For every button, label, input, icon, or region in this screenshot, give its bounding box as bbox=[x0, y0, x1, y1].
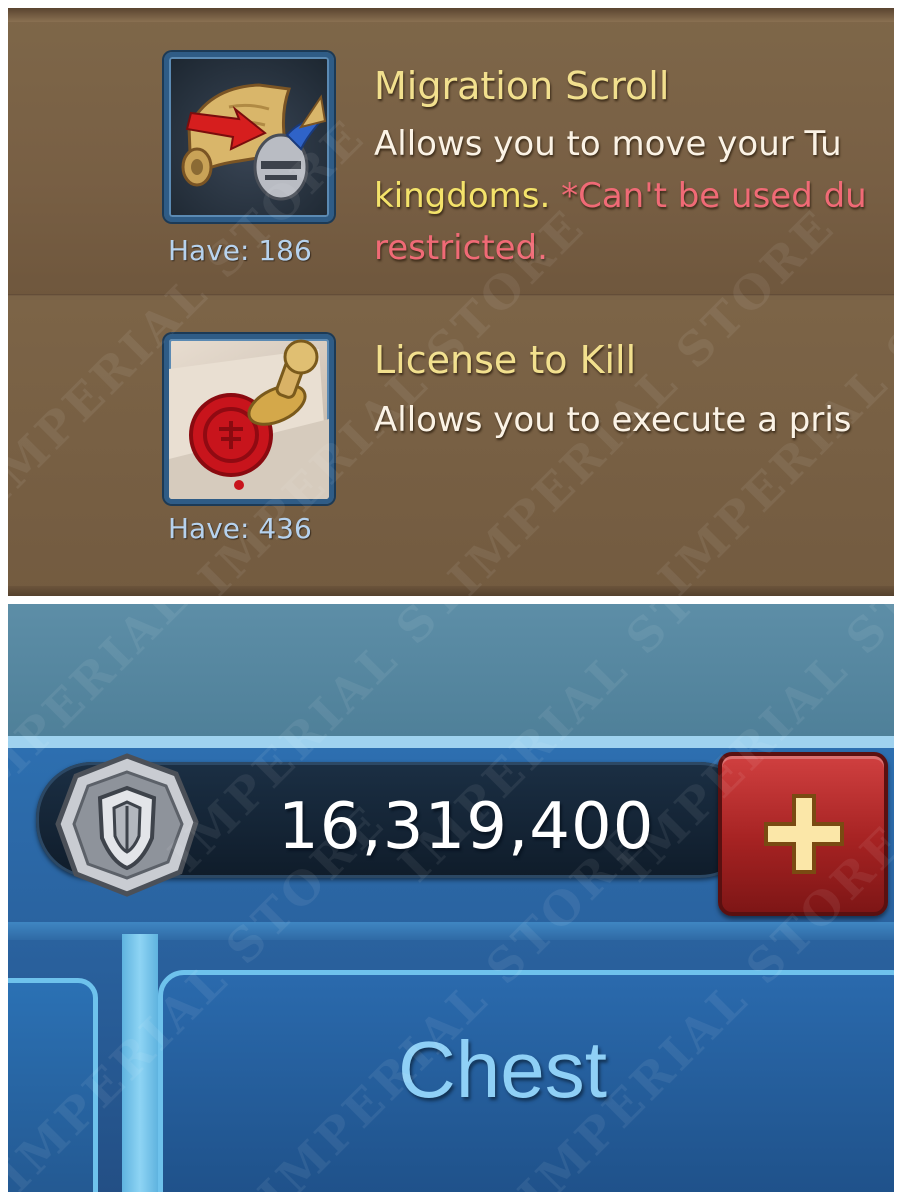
description-line: Allows you to move your Tu bbox=[374, 124, 842, 164]
panel-ridge bbox=[8, 8, 894, 22]
item-description: Allows you to move your Tu kingdoms. *Ca… bbox=[374, 118, 894, 274]
panel-header-area bbox=[8, 604, 894, 736]
currency-amount: 16,319,400 bbox=[278, 790, 655, 864]
migration-scroll-icon[interactable] bbox=[164, 52, 334, 222]
currency-panel: 16,319,400 Chest IMPERIAL STORE IMPERIAL… bbox=[8, 604, 894, 1192]
item-title: Migration Scroll bbox=[374, 64, 670, 108]
description-warning: *Can't be used du bbox=[550, 176, 867, 216]
panel-ridge bbox=[8, 586, 894, 596]
wax-seal-stamp-icon[interactable] bbox=[164, 334, 334, 504]
description-line: Allows you to execute a pris bbox=[374, 400, 852, 440]
description-line: kingdoms. *Can't be used du bbox=[374, 170, 894, 222]
item-quantity: Have: 186 bbox=[168, 234, 312, 267]
plus-icon bbox=[764, 794, 844, 874]
description-highlight: kingdoms. bbox=[374, 176, 551, 216]
item-quantity: Have: 436 bbox=[168, 512, 312, 545]
item-row-license-to-kill[interactable]: Have: 436 License to Kill Allows you to … bbox=[8, 300, 894, 596]
item-list-panel: Have: 186 Migration Scroll Allows you to… bbox=[8, 8, 894, 596]
item-title: License to Kill bbox=[374, 338, 637, 382]
tab-connector bbox=[122, 934, 158, 1192]
panel-highlight-band bbox=[8, 736, 894, 748]
row-divider bbox=[8, 294, 894, 296]
item-description: Allows you to execute a pris bbox=[374, 394, 894, 446]
item-row-migration-scroll[interactable]: Have: 186 Migration Scroll Allows you to… bbox=[8, 8, 894, 296]
tab-previous[interactable] bbox=[8, 978, 98, 1192]
shield-coin-icon bbox=[52, 750, 202, 900]
tab-chest-label: Chest bbox=[398, 1025, 607, 1114]
description-warning: restricted. bbox=[374, 228, 548, 268]
add-currency-button[interactable] bbox=[718, 752, 888, 916]
